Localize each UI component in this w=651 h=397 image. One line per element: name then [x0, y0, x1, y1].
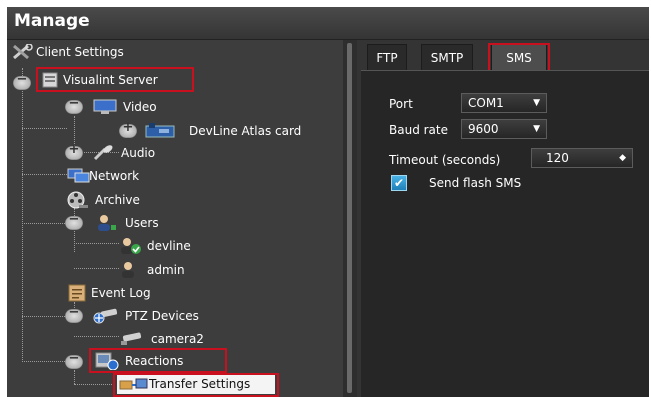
- tree-item-label: DevLine Atlas card: [189, 124, 302, 138]
- log-icon: [68, 284, 86, 302]
- user-icon: [122, 262, 134, 278]
- tree-item-label: Network: [89, 169, 140, 183]
- highlight-box: [488, 43, 550, 73]
- tab-label: SMTP: [430, 51, 464, 65]
- tools-icon: [13, 44, 33, 60]
- manage-window: Manage Client Settings − Visualint Serve…: [7, 7, 649, 397]
- tree-item-label: PTZ Devices: [125, 309, 199, 323]
- tab-ftp[interactable]: FTP: [367, 44, 407, 70]
- chevron-down-icon: ▼: [533, 98, 540, 108]
- baud-rate-value: 9600: [468, 122, 499, 136]
- timeout-spinbox[interactable]: 120 ◆: [531, 148, 633, 168]
- send-flash-sms-checkbox[interactable]: ✔: [391, 175, 407, 191]
- port-label: Port: [389, 97, 413, 111]
- ptz-camera-icon: [93, 308, 118, 324]
- collapse-toggle[interactable]: −: [65, 96, 83, 114]
- spin-arrows-icon[interactable]: ◆: [619, 149, 626, 167]
- tree-item-label: Client Settings: [36, 45, 124, 59]
- tree-item-label: Archive: [95, 193, 140, 207]
- expand-toggle[interactable]: +: [119, 120, 137, 138]
- send-flash-sms-label: Send flash SMS: [429, 176, 522, 190]
- splitter-grip[interactable]: [347, 43, 352, 393]
- microphone-icon: [93, 145, 113, 161]
- tree-item-label: Audio: [121, 146, 156, 160]
- camera-icon: [121, 332, 142, 345]
- user-active-icon: [121, 238, 141, 254]
- expand-toggle[interactable]: +: [65, 142, 83, 160]
- collapse-toggle[interactable]: −: [65, 305, 83, 323]
- capture-card-icon: [145, 123, 175, 138]
- baud-rate-label: Baud rate: [389, 123, 448, 137]
- tree-item-label: Transfer Settings: [149, 377, 251, 391]
- sms-settings: Port COM1 ▼ Baud rate 9600 ▼ Timeout (se…: [361, 70, 649, 397]
- timeout-value: 120: [546, 151, 569, 165]
- tree-item-label: Visualint Server: [63, 73, 158, 87]
- tab-bar: FTP SMTP SMS: [357, 43, 649, 73]
- settings-tree: Client Settings − Visualint Server − Vid…: [7, 40, 343, 397]
- chevron-down-icon: ▼: [533, 124, 540, 134]
- server-icon: [42, 72, 58, 88]
- tab-smtp[interactable]: SMTP: [421, 44, 473, 70]
- transfer-icon: [119, 378, 148, 390]
- port-select[interactable]: COM1 ▼: [461, 93, 547, 113]
- tree-item-label: Event Log: [91, 286, 151, 300]
- monitor-icon: [93, 99, 117, 114]
- window-title: Manage: [14, 11, 90, 31]
- timeout-label: Timeout (seconds): [389, 153, 501, 167]
- collapse-toggle[interactable]: −: [13, 72, 31, 90]
- film-reel-icon: [67, 191, 88, 209]
- tree-item-label: Users: [125, 216, 159, 230]
- reactions-icon: [95, 352, 119, 370]
- users-icon: [98, 215, 116, 231]
- tree-item-transfer-settings[interactable]: Transfer Settings: [117, 375, 275, 394]
- tree-item-label: Reactions: [125, 354, 184, 368]
- tab-label: FTP: [376, 51, 398, 65]
- tree-item-label: camera2: [151, 332, 204, 346]
- tree-item-label: admin: [147, 263, 185, 277]
- tree-item-label: Video: [123, 100, 157, 114]
- port-value: COM1: [468, 96, 504, 110]
- tree-item-label: devline: [147, 239, 191, 253]
- checkmark-icon: ✔: [393, 176, 405, 190]
- panel-splitter[interactable]: [343, 40, 357, 397]
- title-bar: Manage: [7, 7, 649, 40]
- network-icon: [67, 168, 90, 183]
- collapse-toggle[interactable]: −: [65, 212, 83, 230]
- baud-rate-select[interactable]: 9600 ▼: [461, 119, 547, 139]
- collapse-toggle[interactable]: −: [65, 351, 83, 369]
- settings-panel: FTP SMTP SMS Port COM1 ▼ Baud rate 9600 …: [357, 40, 649, 397]
